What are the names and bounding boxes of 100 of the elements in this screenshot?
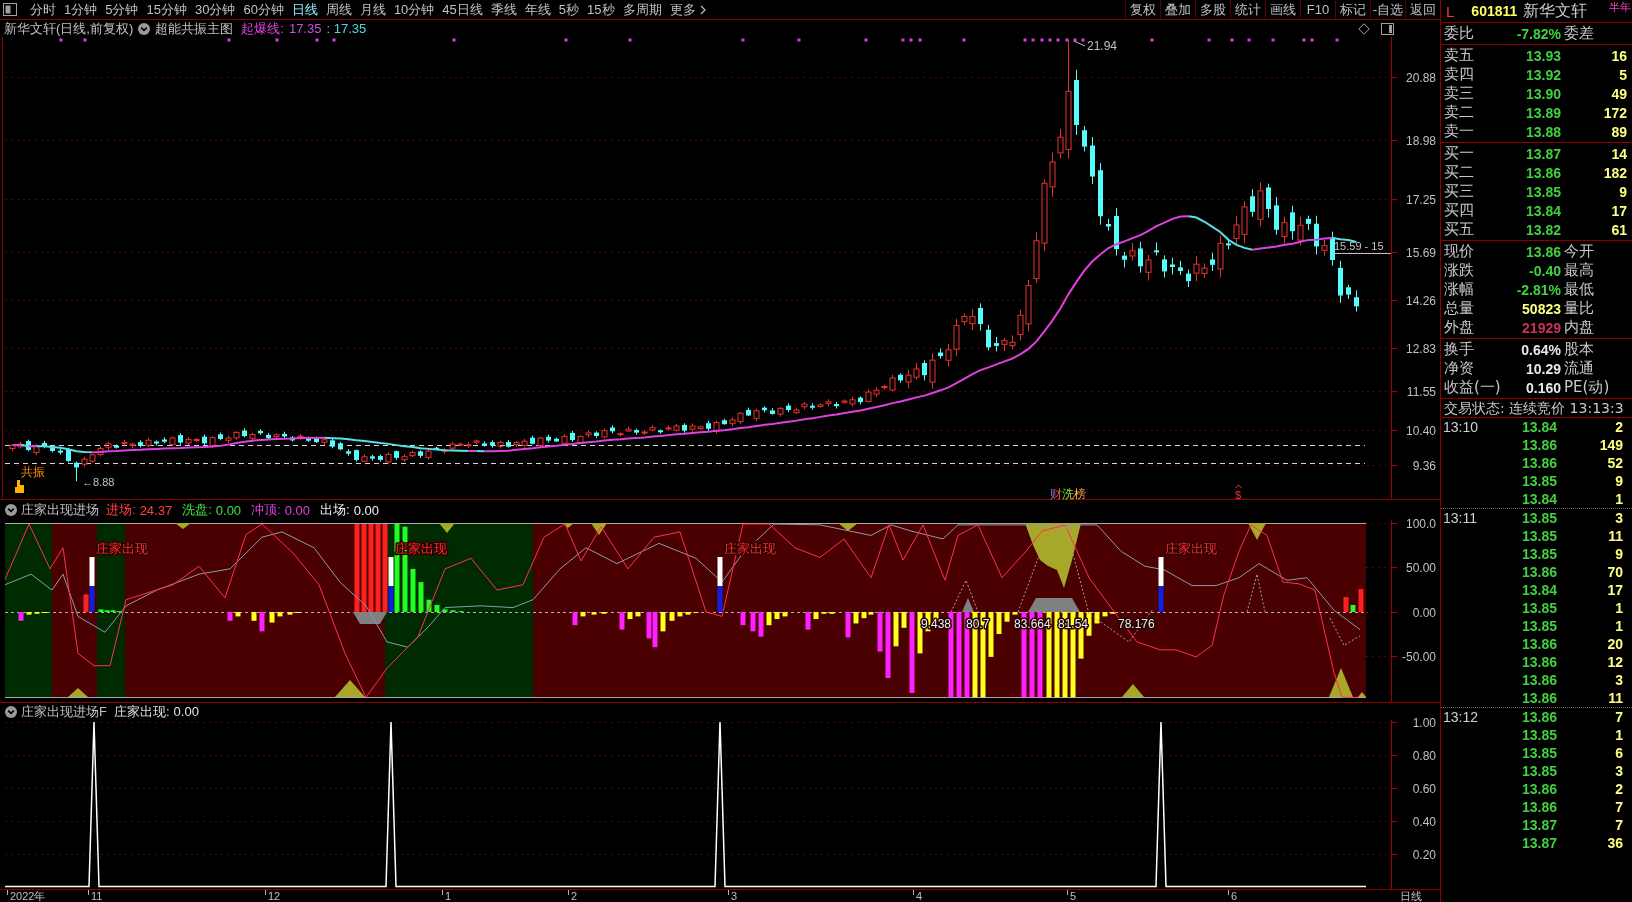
tick-price: 13.85 [1521,528,1557,544]
tick-price: 13.86 [1521,672,1557,688]
axis-label: 0.00 [1412,605,1436,620]
value-label: 78.176 [1118,617,1155,631]
period-tab[interactable]: 多周期 [618,0,666,19]
order-level-label: 卖五 [1444,46,1474,65]
axis-label: 0.40 [1412,814,1436,829]
period-tab[interactable]: 15分钟 [142,0,191,19]
tick-time: 13:11 [1443,510,1477,526]
legend-label: 庄家出现: [113,702,170,721]
order-level-label: 买五 [1444,220,1474,239]
axis-label: 12.83 [1405,341,1436,356]
axis-label: 14.26 [1405,293,1436,308]
order-price: 13.89 [1525,104,1561,121]
tick-price: 13.85 [1521,745,1557,761]
stock-code: 601811 [1471,3,1518,19]
tick-volume: 7 [1615,799,1623,815]
axis-label: 11.55 [1406,384,1436,399]
period-tab[interactable]: 30分钟 [190,0,240,19]
quote-label: PE(动) [1563,378,1610,397]
low-price-label: ←8.88 [82,476,115,488]
quote-label: 收益(一) [1444,378,1501,397]
period-tab[interactable]: 年线 [520,0,555,19]
order-volume: 61 [1611,221,1627,238]
legend-label: 洗盘: [182,501,212,519]
tick-price: 13.85 [1521,600,1557,616]
panel-icon[interactable] [3,3,17,16]
tick-volume: 11 [1608,690,1623,706]
signal-bar [89,557,95,612]
period-tab[interactable]: 周线 [321,0,356,19]
quote-label: 净资 [1444,359,1474,378]
order-price: 13.92 [1525,66,1561,83]
quote-label: 委差 [1563,24,1594,43]
triangle-marker [591,523,607,535]
quote-label: 流通 [1563,359,1594,378]
triangle-marker [1122,684,1144,697]
tick-price: 13.86 [1521,799,1557,815]
tick-price: 13.87 [1521,835,1557,851]
tick-volume: 9 [1615,546,1623,562]
panel-icon[interactable] [1381,22,1394,35]
triangle-marker [175,523,191,529]
order-price: 13.86 [1525,164,1561,181]
order-volume: 17 [1611,202,1627,219]
period-tab[interactable]: 15秒 [583,0,619,19]
tick-time: 13:10 [1443,419,1479,435]
period-tab[interactable]: 60分钟 [239,0,288,19]
tick-volume: 17 [1607,582,1623,598]
period-tab[interactable]: 5分钟 [101,0,143,19]
period-tab[interactable]: 5秒 [554,0,584,19]
chevron-down-icon[interactable] [5,504,17,516]
tick-price: 13.86 [1521,455,1557,471]
order-level-label: 买四 [1444,201,1474,220]
legend-value: 0.00 [284,502,311,518]
chevron-down-icon[interactable] [5,705,17,718]
period-tab[interactable]: 季线 [486,0,521,19]
period-tab[interactable]: 月线 [355,0,390,19]
badge-label: 财洗榜 [1050,487,1086,501]
triangle-marker [1329,668,1353,697]
order-volume: 5 [1619,66,1627,83]
value-label: 80.7 [966,617,990,631]
tick-volume: 149 [1599,437,1623,453]
tick-volume: 52 [1607,455,1623,471]
legend-value: 24.37 [139,502,173,518]
tick-price: 13.85 [1521,763,1557,779]
high-price-label: 21.94 [1087,39,1118,53]
tool-button[interactable]: -自选 [1370,0,1405,19]
date-label: 4 [916,890,923,902]
period-tab[interactable]: 10分钟 [389,0,439,19]
price-level-label: 15.59 - 15 [1334,240,1384,252]
axis-label: 20.88 [1405,70,1436,85]
quote-label: 最低 [1563,280,1594,299]
tick-price: 13.85 [1521,473,1557,489]
axis-label: 9.36 [1412,458,1436,473]
tick-price: 13.84 [1521,582,1557,598]
tick-price: 13.86 [1521,437,1557,453]
chevron-down-icon[interactable] [138,22,151,35]
period-tab[interactable]: 1分钟 [60,0,102,19]
period-tab[interactable]: 分时 [26,0,60,19]
more-menu[interactable]: 更多 [665,0,710,19]
order-volume: 9 [1619,183,1627,200]
signal-label: 庄家出现 [1165,541,1217,556]
tick-volume: 3 [1615,510,1623,526]
period-tab[interactable]: 日线 [287,0,322,19]
tick-price: 13.85 [1521,618,1557,634]
order-price: 13.82 [1525,221,1561,238]
date-label: 12 [268,890,281,902]
date-label: 1 [445,890,452,902]
period-tab[interactable]: 45日线 [438,0,487,19]
pointing-hand-icon [15,480,24,493]
axis-label: 15.69 [1405,245,1436,260]
order-price: 13.84 [1525,202,1561,219]
value-label: 81.54 [1058,617,1089,631]
order-volume: 49 [1611,85,1627,102]
date-label: 2022年 [10,890,46,902]
axis-label: 17.25 [1405,192,1436,207]
mark-label: $ [1235,489,1242,501]
report-label: 半年 [1609,0,1631,15]
diamond-icon[interactable] [1358,22,1370,35]
order-level-label: 卖一 [1444,122,1474,141]
triangle-marker [962,598,974,612]
